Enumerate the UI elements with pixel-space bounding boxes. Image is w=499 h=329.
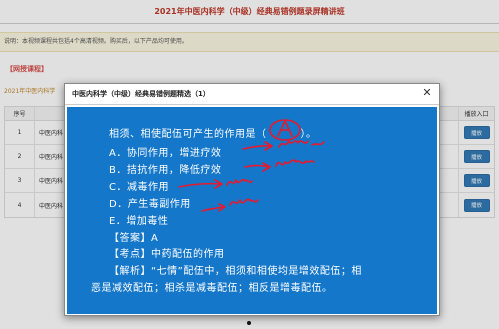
modal-header: 中医内科学（中级）经典易错例题精选（1） ✕ xyxy=(65,84,439,105)
close-icon[interactable]: ✕ xyxy=(420,86,434,100)
handwritten-annotations xyxy=(178,119,325,212)
video-modal: 中医内科学（中级）经典易错例题精选（1） ✕ 相须、相使配伍可产生的作用是（）。… xyxy=(64,83,440,316)
carousel-dot[interactable] xyxy=(247,321,251,325)
modal-title: 中医内科学（中级）经典易错例题精选（1） xyxy=(72,90,210,98)
video-frame[interactable]: 相须、相使配伍可产生的作用是（）。 A．协同作用，增进疗效 B．拮抗作用，降低疗… xyxy=(67,107,437,314)
